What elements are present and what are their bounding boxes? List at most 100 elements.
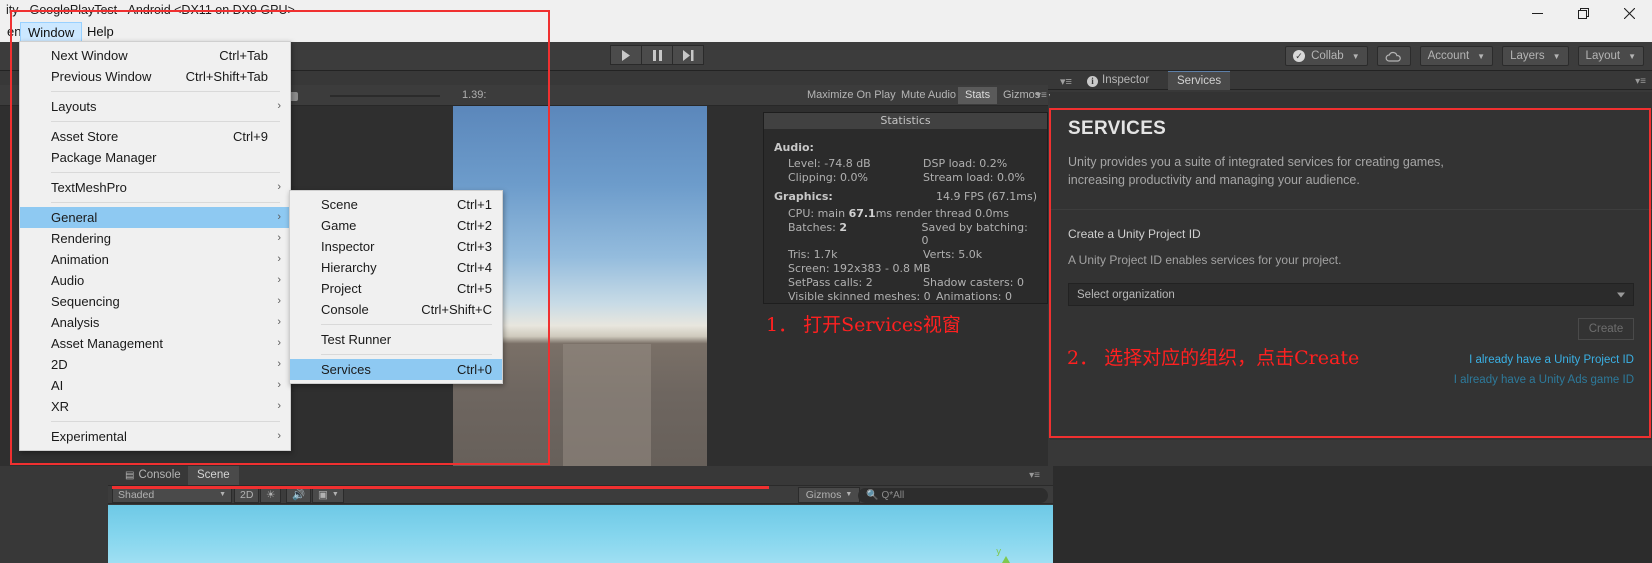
menu-item-label: Analysis [51,315,100,330]
pause-button[interactable] [641,45,673,65]
link-existing-ads-id[interactable]: I already have a Unity Ads game ID [1068,374,1634,386]
tab-console[interactable]: ▤ Console [116,466,190,485]
aspect-value: 1.39: [462,89,487,101]
create-button[interactable]: Create [1578,318,1634,341]
console-icon: ▤ [125,470,135,481]
menu-item-layouts[interactable]: Layouts › [20,96,290,117]
panel-menu-icon[interactable]: ▾≡ [1060,75,1072,88]
step-button[interactable] [672,45,704,65]
scale-slider-track[interactable] [330,95,440,97]
menu-window[interactable]: Window [20,22,83,42]
tab-scene[interactable]: Scene [188,466,239,485]
submenu-item-hierarchy[interactable]: Hierarchy Ctrl+4 [290,257,502,278]
create-project-id-label: Create a Unity Project ID [1068,227,1201,242]
menu-item-rendering[interactable]: Rendering › [20,228,290,249]
menu-item-textmeshpro[interactable]: TextMeshPro › [20,177,290,198]
toggle-2d[interactable]: 2D [234,487,260,503]
statistics-title: Statistics [764,113,1047,129]
menu-separator [51,172,280,173]
chevron-right-icon: › [277,337,281,349]
menu-item-previous-window[interactable]: Previous Window Ctrl+Shift+Tab [20,66,290,87]
submenu-item-test-runner[interactable]: Test Runner [290,329,502,350]
menu-item-sequencing[interactable]: Sequencing › [20,291,290,312]
gizmos-dropdown[interactable]: Gizmos ▼ [798,487,860,503]
collab-button[interactable]: ✓ Collab ▼ [1285,46,1368,66]
statistics-panel: Statistics Audio: Level: -74.8 dB DSP lo… [763,112,1048,304]
menu-item-label: Asset Store [51,129,119,144]
menu-item-label: Scene [321,197,358,212]
panel-menu-icon[interactable]: ▾≡ [1036,90,1047,101]
organization-select[interactable]: Select organization [1068,283,1634,307]
menu-item-label: AI [51,378,64,393]
menu-item-general[interactable]: General › [20,207,290,228]
menu-bar: ent Window Help [0,22,1652,42]
chevron-down-icon: ▼ [1477,51,1486,61]
mute-audio-button[interactable]: Mute Audio [894,87,963,104]
menu-item-label: Previous Window [51,69,152,84]
audio-level: Level: -74.8 dB [788,157,871,170]
shading-mode-label: Shaded [118,489,155,501]
panel-menu-icon[interactable]: ▾≡ [1020,466,1049,485]
verts-stat: Verts: 5.0k [923,248,983,261]
playback-controls [610,45,704,65]
search-placeholder: Q*All [881,490,905,501]
submenu-item-scene[interactable]: Scene Ctrl+1 [290,194,502,215]
cpu-stat: CPU: main 67.1ms render thread 0.0ms [788,207,1009,220]
chevron-right-icon: › [277,211,281,223]
audio-icon[interactable]: 🔊 [286,487,312,503]
search-input[interactable]: 🔍 Q*All [858,488,1048,503]
cloud-button[interactable] [1376,46,1411,66]
submenu-item-inspector[interactable]: Inspector Ctrl+3 [290,236,502,257]
bottom-right-filler [1053,466,1652,563]
menu-item-xr[interactable]: XR › [20,396,290,417]
menu-item-2d[interactable]: 2D › [20,354,290,375]
lighting-icon[interactable]: ☀ [260,487,282,503]
services-header: SERVICES Unity provides you a suite of i… [1050,92,1652,209]
cloud-icon [1385,51,1401,62]
gizmos-label: Gizmos [1003,89,1041,101]
dsp-load: DSP load: 0.2% [923,157,1008,170]
layout-button[interactable]: Layout ▼ [1577,46,1644,66]
layout-label: Layout [1585,50,1621,62]
stats-button[interactable]: Stats [958,87,998,104]
scene-gizmo-icon[interactable] [998,556,1014,563]
shading-mode-dropdown[interactable]: Shaded ▼ [112,487,232,503]
screen-stat: Screen: 192x383 - 0.8 MB [788,262,931,275]
tab-services[interactable]: Services [1168,71,1231,90]
account-button[interactable]: Account ▼ [1419,46,1494,66]
graphics-header: Graphics: [774,190,833,203]
menu-item-audio[interactable]: Audio › [20,270,290,291]
play-button[interactable] [610,45,642,65]
menu-help[interactable]: Help [80,22,121,42]
chevron-right-icon: › [277,430,281,442]
layers-button[interactable]: Layers ▼ [1502,46,1569,66]
chevron-right-icon: › [277,379,281,391]
services-panel: SERVICES Unity provides you a suite of i… [1050,92,1652,440]
menu-item-next-window[interactable]: Next Window Ctrl+Tab [20,45,290,66]
menu-separator [51,421,280,422]
submenu-item-project[interactable]: Project Ctrl+5 [290,278,502,299]
menu-item-package-manager[interactable]: Package Manager [20,147,290,168]
menu-item-animation[interactable]: Animation › [20,249,290,270]
chevron-right-icon: › [277,316,281,328]
submenu-item-services[interactable]: Services Ctrl+0 [290,359,502,380]
menu-item-asset-management[interactable]: Asset Management › [20,333,290,354]
window-title: ity - GooglePlayTest - Android <DX11 on … [6,3,295,17]
menu-separator [321,354,492,355]
menu-item-analysis[interactable]: Analysis › [20,312,290,333]
effects-icon[interactable]: ▣ ▼ [312,487,344,503]
menu-item-shortcut: Ctrl+3 [456,239,492,254]
menu-item-experimental[interactable]: Experimental › [20,426,290,447]
submenu-item-game[interactable]: Game Ctrl+2 [290,215,502,236]
menu-item-ai[interactable]: AI › [20,375,290,396]
submenu-item-console[interactable]: Console Ctrl+Shift+C [290,299,502,320]
annotation-step-1: 1． 打开Services视窗 [766,314,961,336]
maximize-on-play-button[interactable]: Maximize On Play [800,87,903,104]
menu-item-label: 2D [51,357,68,372]
check-icon: ✓ [1293,50,1306,62]
tab-inspector[interactable]: i Inspector [1078,71,1158,90]
scene-view-canvas[interactable]: y [108,505,1053,563]
panel-options-icon[interactable]: ▾≡ [1635,76,1646,87]
inspector-tab-row: ▾≡ i Inspector Services ▾≡ [1048,71,1652,90]
menu-item-asset-store[interactable]: Asset Store Ctrl+9 [20,126,290,147]
